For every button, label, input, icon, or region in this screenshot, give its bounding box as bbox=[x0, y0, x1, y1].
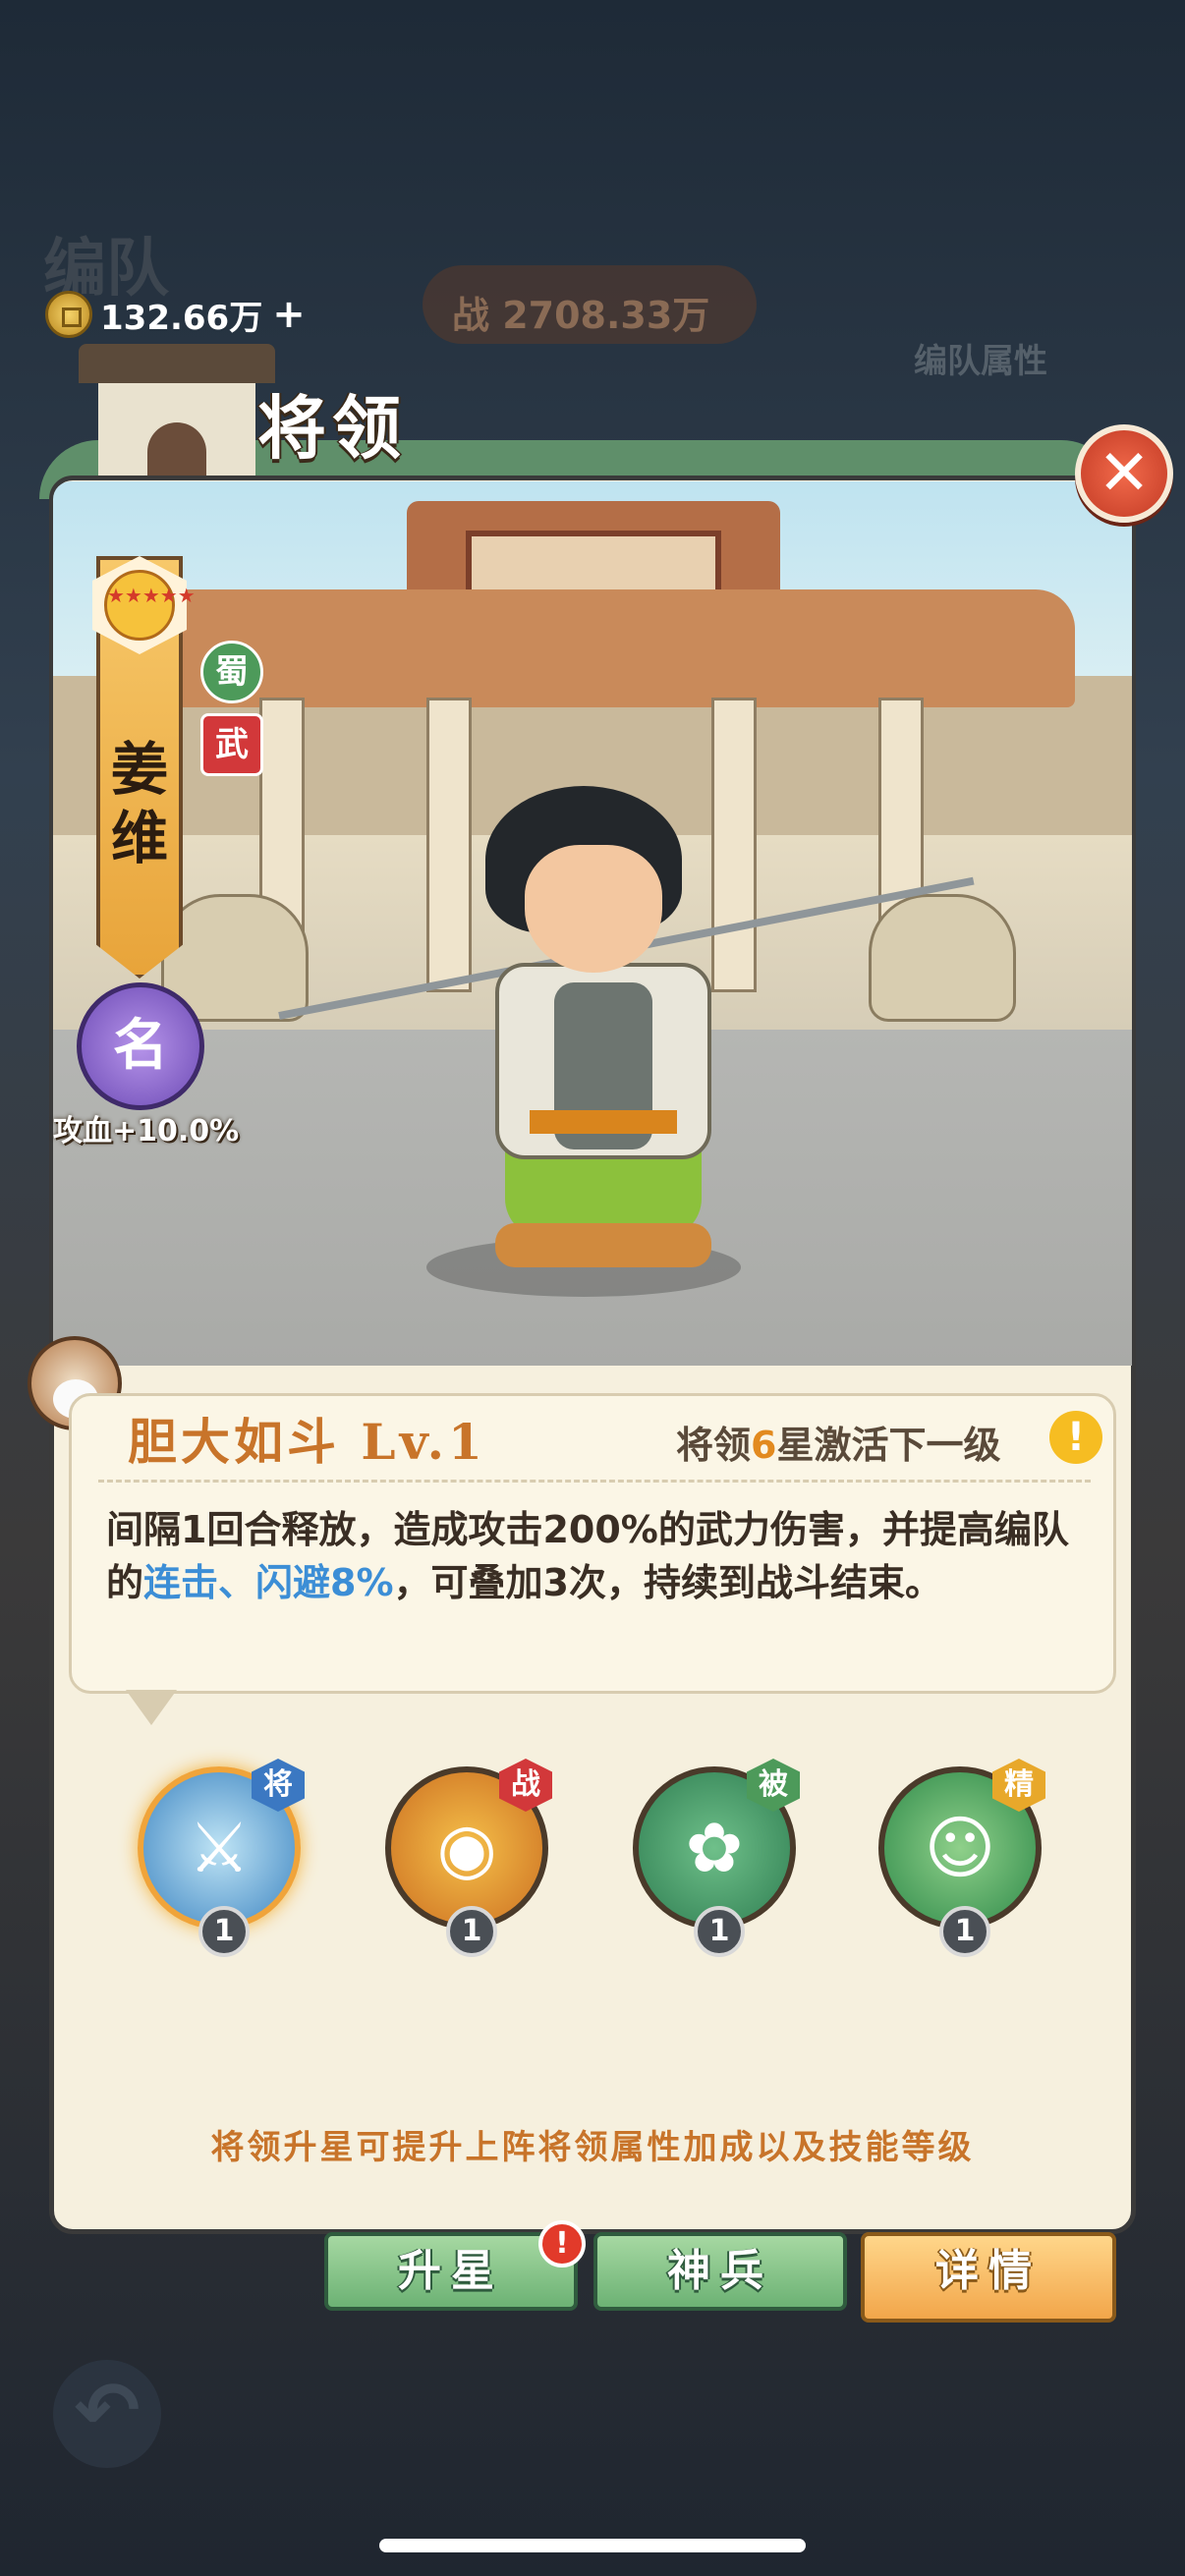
back-icon[interactable]: ↶ bbox=[53, 2360, 161, 2468]
gate-icon bbox=[79, 344, 275, 491]
type-wu-badge: 武 bbox=[200, 713, 263, 776]
skill-slot-general[interactable]: ⚔ 将 1 bbox=[138, 1759, 305, 1957]
fame-bonus: 攻血+10.0% bbox=[53, 1114, 240, 1148]
faction-shu-badge: 蜀 bbox=[200, 641, 263, 703]
stone-lion bbox=[869, 894, 1016, 1022]
page-title: 将领 bbox=[257, 387, 407, 469]
skill-unlock-hint: 将领6星激活下一级 bbox=[676, 1424, 1001, 1467]
hero-portrait[interactable] bbox=[426, 776, 780, 1287]
fan-icon: ✿ bbox=[685, 1808, 744, 1888]
hero-name: 姜维 bbox=[110, 736, 168, 871]
skill-slot-battle[interactable]: ◉ 战 1 bbox=[385, 1759, 552, 1957]
coin-icon bbox=[45, 291, 92, 338]
skill-slot-elite[interactable]: ☺ 精 1 bbox=[878, 1759, 1045, 1957]
skill-level: 1 bbox=[198, 1906, 250, 1957]
spear-icon: ⚔ bbox=[188, 1808, 251, 1888]
close-button[interactable]: ✕ bbox=[1075, 424, 1173, 523]
coin-amount: 132.66万 bbox=[100, 298, 263, 338]
info-warning-icon[interactable]: ! bbox=[1049, 1411, 1102, 1464]
coin-bar[interactable]: 132.66万 + bbox=[45, 289, 306, 340]
drum-icon: ◉ bbox=[436, 1808, 497, 1888]
home-indicator[interactable] bbox=[379, 2539, 806, 2552]
power-value: 战 2708.33万 bbox=[452, 294, 710, 337]
notification-badge: ! bbox=[538, 2220, 586, 2268]
skill-description: 间隔1回合释放，造成攻击200%的武力伤害，并提高编队的连击、闪避8%，可叠加3… bbox=[106, 1508, 1069, 1604]
skill-level: 1 bbox=[694, 1906, 745, 1957]
fame-badge[interactable]: 名 bbox=[77, 982, 204, 1110]
skill-divider bbox=[98, 1480, 1091, 1483]
cheer-icon: ☺ bbox=[924, 1808, 996, 1888]
skill-slot-passive[interactable]: ✿ 被 1 bbox=[633, 1759, 800, 1957]
star-rating: ★★★★★ bbox=[104, 570, 196, 641]
skill-name: 胆大如斗 Lv.1 bbox=[128, 1413, 486, 1471]
skill-icon-row: ⚔ 将 1 ◉ 战 1 ✿ 被 1 ☺ 精 1 bbox=[138, 1759, 1071, 1957]
formation-attr-label: 编队属性 bbox=[914, 342, 1047, 381]
add-coin-icon[interactable]: + bbox=[272, 292, 306, 337]
skill-level: 1 bbox=[939, 1906, 990, 1957]
star-up-tip: 将领升星可提升上阵将领属性加成以及技能等级 bbox=[210, 2128, 975, 2167]
skill-box-tail bbox=[126, 1690, 177, 1725]
tab-divine-weapon[interactable]: 神兵 bbox=[593, 2232, 847, 2311]
skill-level: 1 bbox=[446, 1906, 497, 1957]
hero-scene bbox=[53, 481, 1132, 1366]
tab-details[interactable]: 详情 bbox=[861, 2232, 1116, 2323]
